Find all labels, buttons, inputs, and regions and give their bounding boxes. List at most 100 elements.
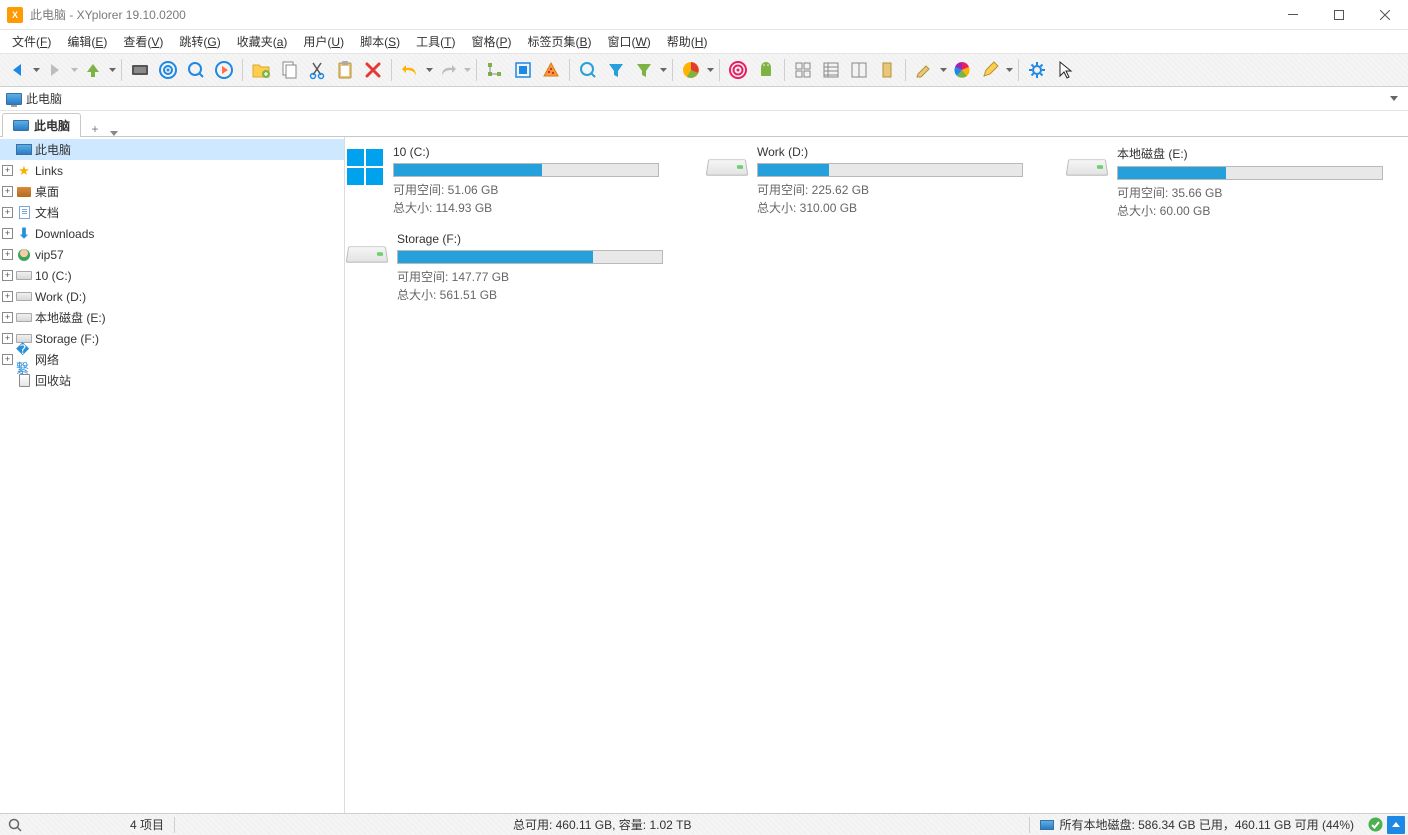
tree-node-8[interactable]: + 本地磁盘 (E:) <box>0 307 344 328</box>
content-panel[interactable]: 10 (C:) 可用空间: 51.06 GB 总大小: 114.93 GB Wo… <box>345 137 1408 813</box>
minimize-button[interactable] <box>1270 0 1316 30</box>
expand-icon[interactable]: + <box>2 186 13 197</box>
tree-node-5[interactable]: +vip57 <box>0 244 344 265</box>
paste-button[interactable] <box>331 56 359 84</box>
status-up-icon[interactable] <box>1387 816 1405 834</box>
tree-node-1[interactable]: +★Links <box>0 160 344 181</box>
copy-button[interactable] <box>275 56 303 84</box>
drives-button[interactable] <box>126 56 154 84</box>
menu-item-1[interactable]: 编辑(E) <box>59 31 115 52</box>
zoom-button[interactable] <box>182 56 210 84</box>
pencil-icon[interactable] <box>976 56 1004 84</box>
new-folder-button[interactable] <box>247 56 275 84</box>
drive-item[interactable]: 10 (C:) 可用空间: 51.06 GB 总大小: 114.93 GB <box>347 145 647 220</box>
filter-button[interactable] <box>602 56 630 84</box>
brush-icon[interactable] <box>910 56 938 84</box>
pizza-icon[interactable] <box>537 56 565 84</box>
up-button[interactable] <box>79 56 107 84</box>
tree-node-4[interactable]: +⬇Downloads <box>0 223 344 244</box>
menu-item-7[interactable]: 工具(T) <box>408 31 463 52</box>
expand-icon[interactable]: + <box>2 228 13 239</box>
menu-item-6[interactable]: 脚本(S) <box>352 31 408 52</box>
menu-item-10[interactable]: 窗口(W) <box>599 31 658 52</box>
grid-icon[interactable] <box>789 56 817 84</box>
menubar: 文件(F)编辑(E)查看(V)跳转(G)收藏夹(a)用户(U)脚本(S)工具(T… <box>0 30 1408 54</box>
target-button[interactable] <box>154 56 182 84</box>
tree-node-9[interactable]: + Storage (F:) <box>0 328 344 349</box>
expand-icon[interactable]: + <box>2 165 13 176</box>
android-icon[interactable] <box>752 56 780 84</box>
play-button[interactable] <box>210 56 238 84</box>
menu-item-5[interactable]: 用户(U) <box>295 31 352 52</box>
expand-icon[interactable]: + <box>2 270 13 281</box>
drive-free: 可用空间: 35.66 GB <box>1117 184 1383 202</box>
close-button[interactable] <box>1362 0 1408 30</box>
tree-node-11[interactable]: 回收站 <box>0 370 344 391</box>
expand-icon[interactable]: + <box>2 207 13 218</box>
address-dropdown[interactable] <box>1386 91 1402 107</box>
menu-item-8[interactable]: 窗格(P) <box>463 31 519 52</box>
tree-label: 本地磁盘 (E:) <box>35 309 106 326</box>
cut-button[interactable] <box>303 56 331 84</box>
spiral-icon[interactable] <box>724 56 752 84</box>
tree-node-6[interactable]: +10 (C:) <box>0 265 344 286</box>
preview-button[interactable] <box>509 56 537 84</box>
delete-button[interactable] <box>359 56 387 84</box>
brush-dropdown[interactable] <box>938 68 948 72</box>
gear-icon[interactable] <box>1023 56 1051 84</box>
redo-button[interactable] <box>434 56 462 84</box>
filter2-button[interactable] <box>630 56 658 84</box>
tree-node-7[interactable]: +Work (D:) <box>0 286 344 307</box>
expand-icon[interactable]: + <box>2 249 13 260</box>
maximize-button[interactable] <box>1316 0 1362 30</box>
tree-label: Storage (F:) <box>35 332 99 346</box>
piechart-icon[interactable] <box>677 56 705 84</box>
hdd-icon <box>346 246 389 262</box>
drive-item[interactable]: Work (D:) 可用空间: 225.62 GB 总大小: 310.00 GB <box>707 145 1007 220</box>
tab-dropdown[interactable] <box>105 131 123 136</box>
menu-item-4[interactable]: 收藏夹(a) <box>229 31 296 52</box>
drive-total: 总大小: 60.00 GB <box>1117 202 1383 220</box>
drive-item[interactable]: 本地磁盘 (E:) 可用空间: 35.66 GB 总大小: 60.00 GB <box>1067 145 1367 220</box>
pencil-dropdown[interactable] <box>1004 68 1014 72</box>
breadcrumb[interactable]: 此电脑 <box>6 90 62 107</box>
titlebar: X 此电脑 - XYplorer 19.10.0200 <box>0 0 1408 30</box>
column-icon[interactable] <box>873 56 901 84</box>
treeview-button[interactable] <box>481 56 509 84</box>
pane-icon[interactable] <box>845 56 873 84</box>
tree-node-2[interactable]: +桌面 <box>0 181 344 202</box>
new-tab-button[interactable]: + <box>85 122 105 136</box>
status-search-icon[interactable] <box>6 816 24 834</box>
tree-node-3[interactable]: +文档 <box>0 202 344 223</box>
menu-item-3[interactable]: 跳转(G) <box>171 31 228 52</box>
colorwheel-icon[interactable] <box>948 56 976 84</box>
expand-icon[interactable]: + <box>2 354 13 365</box>
undo-button[interactable] <box>396 56 424 84</box>
menu-item-9[interactable]: 标签页集(B) <box>519 31 599 52</box>
filter-dropdown[interactable] <box>658 68 668 72</box>
forward-dropdown[interactable] <box>69 68 79 72</box>
back-button[interactable] <box>3 56 31 84</box>
expand-icon[interactable]: + <box>2 312 13 323</box>
status-disks: 所有本地磁盘: 586.34 GB 已用，460.11 GB 可用 (44%) <box>1030 814 1364 835</box>
tree-node-10[interactable]: +�繋网络 <box>0 349 344 370</box>
tab-thispc[interactable]: 此电脑 <box>2 113 81 137</box>
menu-item-11[interactable]: 帮助(H) <box>659 31 716 52</box>
addressbar[interactable]: 此电脑 <box>0 87 1408 111</box>
piechart-dropdown[interactable] <box>705 68 715 72</box>
redo-dropdown[interactable] <box>462 68 472 72</box>
up-dropdown[interactable] <box>107 68 117 72</box>
expand-icon[interactable]: + <box>2 291 13 302</box>
cursor-icon[interactable] <box>1051 56 1079 84</box>
undo-dropdown[interactable] <box>424 68 434 72</box>
menu-item-2[interactable]: 查看(V) <box>115 31 171 52</box>
status-ok-icon[interactable] <box>1364 814 1387 835</box>
expand-icon[interactable]: + <box>2 333 13 344</box>
back-dropdown[interactable] <box>31 68 41 72</box>
list-icon[interactable] <box>817 56 845 84</box>
forward-button[interactable] <box>41 56 69 84</box>
menu-item-0[interactable]: 文件(F) <box>4 31 59 52</box>
find-button[interactable] <box>574 56 602 84</box>
drive-item[interactable]: Storage (F:) 可用空间: 147.77 GB 总大小: 561.51… <box>347 232 647 304</box>
tree-node-0[interactable]: 此电脑 <box>0 139 344 160</box>
